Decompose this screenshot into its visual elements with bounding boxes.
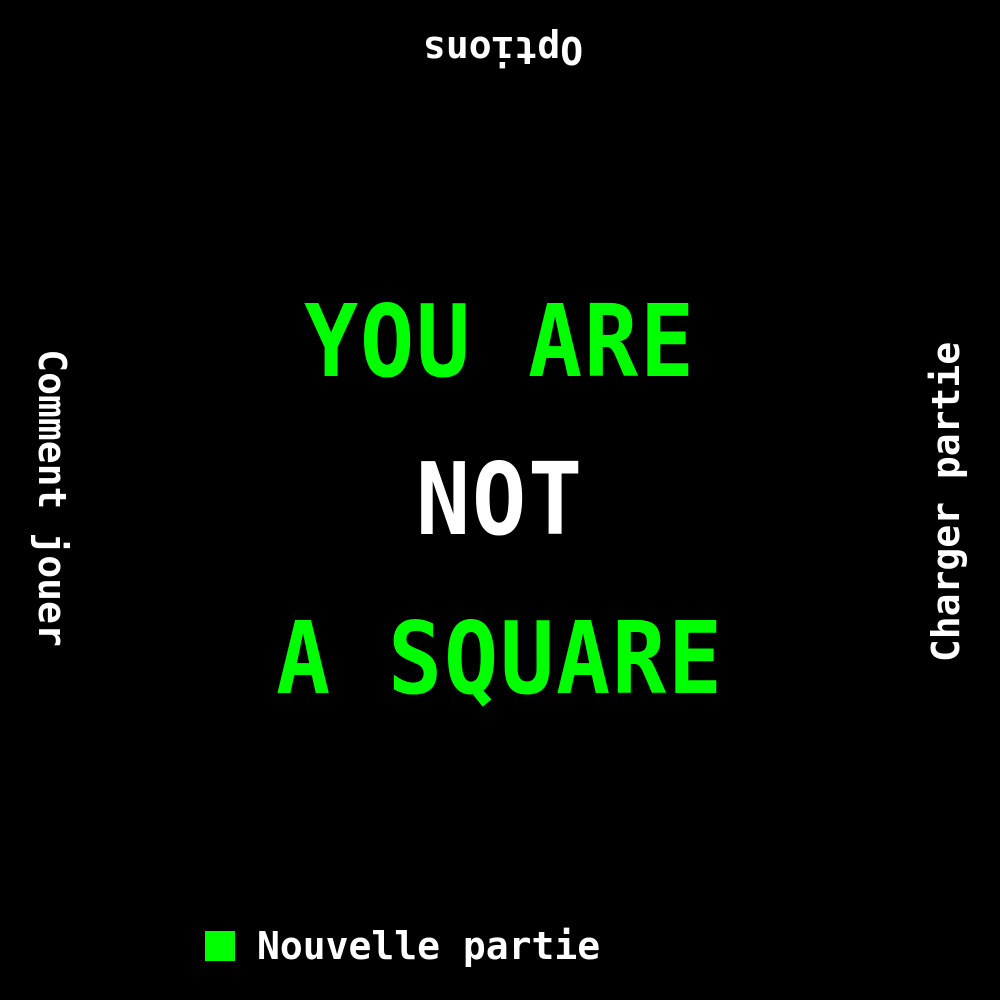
title-line-2: NOT [416,441,584,558]
title-line-1: YOU ARE [304,283,696,400]
title-screen: Options Comment jouer Charger partie YOU… [0,0,1000,1000]
title-line-3: A SQUARE [276,600,724,717]
menu-item-options[interactable]: Options [390,28,616,72]
menu-item-new-game[interactable]: Nouvelle partie [205,926,600,966]
menu-item-new-game-label: Nouvelle partie [257,924,601,968]
green-square-icon [205,931,235,961]
